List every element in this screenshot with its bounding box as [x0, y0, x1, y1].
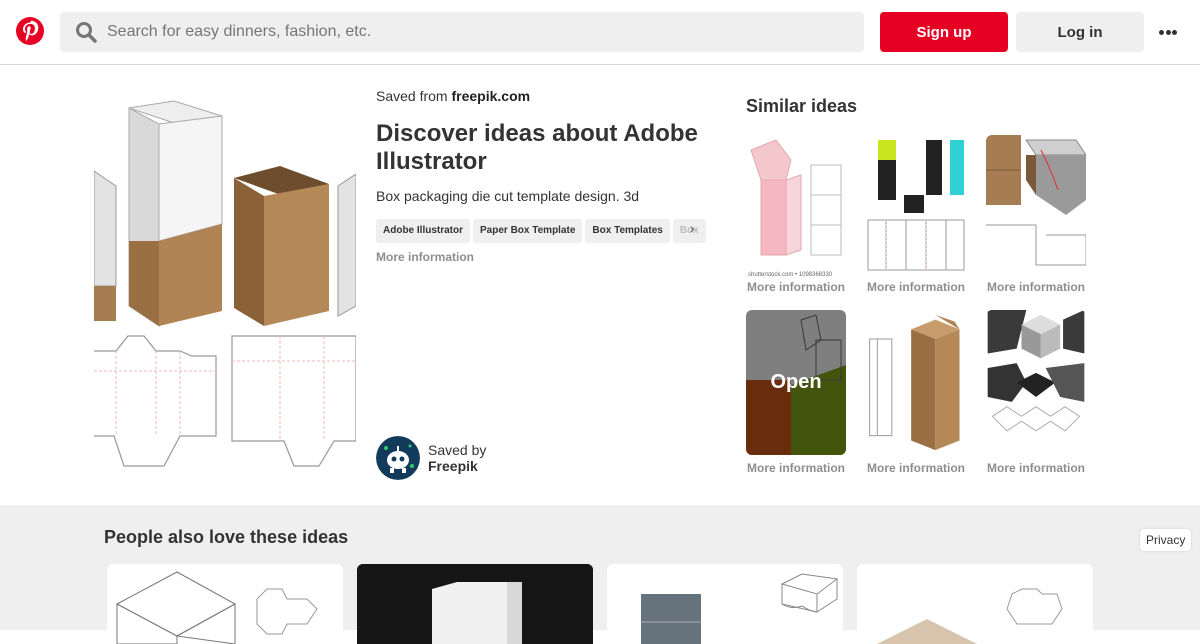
tag-chip[interactable]: Paper Box Template [473, 219, 583, 243]
idea-card[interactable] [107, 564, 343, 644]
similar-idea-image[interactable] [986, 135, 1087, 280]
more-options-icon[interactable] [1156, 22, 1180, 42]
more-information-link[interactable]: More information [866, 280, 966, 294]
pin-image[interactable] [94, 86, 356, 476]
more-information-link[interactable]: More information [986, 280, 1086, 294]
pin-title: Discover ideas about Adobe Illustrator [376, 120, 698, 175]
idea-image[interactable] [357, 564, 593, 644]
similar-idea-image[interactable]: Open [746, 310, 846, 455]
tag-list: Adobe Illustrator Paper Box Template Box T… [376, 219, 706, 243]
similar-idea-card[interactable]: More information [986, 310, 1086, 475]
similar-ideas-title: Similar ideas [746, 96, 858, 116]
tag-chip[interactable]: Adobe Illustrator [376, 219, 471, 243]
sign-up-button[interactable]: Sign up [880, 12, 1008, 52]
saved-from-prefix: Saved from [376, 88, 448, 104]
pin-description: Box packaging die cut template design. 3… [376, 188, 640, 204]
similar-idea-card[interactable]: More information [866, 135, 966, 294]
idea-card[interactable] [857, 564, 1093, 644]
similar-idea-image[interactable] [986, 310, 1086, 455]
log-in-button[interactable]: Log in [1016, 12, 1144, 52]
search-icon [76, 22, 97, 43]
idea-card[interactable] [357, 564, 593, 644]
search-input[interactable] [107, 23, 847, 41]
saved-from-line: Saved from freepik.com [376, 88, 530, 104]
section-title: People also love these ideas [104, 527, 349, 547]
similar-idea-image[interactable] [866, 310, 966, 455]
idea-image[interactable] [607, 564, 843, 644]
watermark-text: shutterstock.com • 1098368330 [748, 272, 833, 278]
saved-by-name[interactable]: Freepik [428, 458, 486, 474]
idea-card[interactable] [607, 564, 843, 644]
idea-image[interactable] [857, 564, 1093, 644]
open-overlay[interactable]: Open [746, 310, 846, 455]
source-link[interactable]: freepik.com [451, 88, 530, 104]
idea-image[interactable] [107, 564, 343, 644]
similar-idea-card[interactable]: shutterstock.com • 1098368330 More infor… [746, 135, 846, 294]
more-information-link[interactable]: More information [866, 461, 966, 475]
top-header: Sign up Log in [0, 0, 1200, 65]
chevron-right-icon[interactable]: › [690, 220, 695, 236]
avatar[interactable] [376, 436, 420, 480]
more-information-link[interactable]: More information [746, 461, 846, 475]
people-also-love-section: People also love these ideas Privacy [0, 505, 1200, 644]
privacy-button[interactable]: Privacy [1140, 529, 1192, 551]
saved-by[interactable]: Saved by Freepik [376, 436, 486, 480]
saved-by-text: Saved by Freepik [428, 442, 486, 474]
more-information-link[interactable]: More information [376, 250, 474, 264]
more-information-link[interactable]: More information [986, 461, 1086, 475]
similar-idea-card[interactable]: More information [986, 135, 1087, 294]
similar-idea-image[interactable] [866, 135, 966, 280]
similar-idea-card[interactable]: More information [866, 310, 966, 475]
pinterest-logo-icon[interactable] [16, 17, 44, 45]
tag-chip[interactable]: Box Templates [585, 219, 670, 243]
similar-idea-card[interactable]: Open More information [746, 310, 846, 475]
more-information-link[interactable]: More information [746, 280, 846, 294]
search-bar[interactable] [60, 12, 864, 52]
saved-by-prefix: Saved by [428, 442, 487, 458]
similar-idea-image[interactable]: shutterstock.com • 1098368330 [746, 135, 846, 280]
